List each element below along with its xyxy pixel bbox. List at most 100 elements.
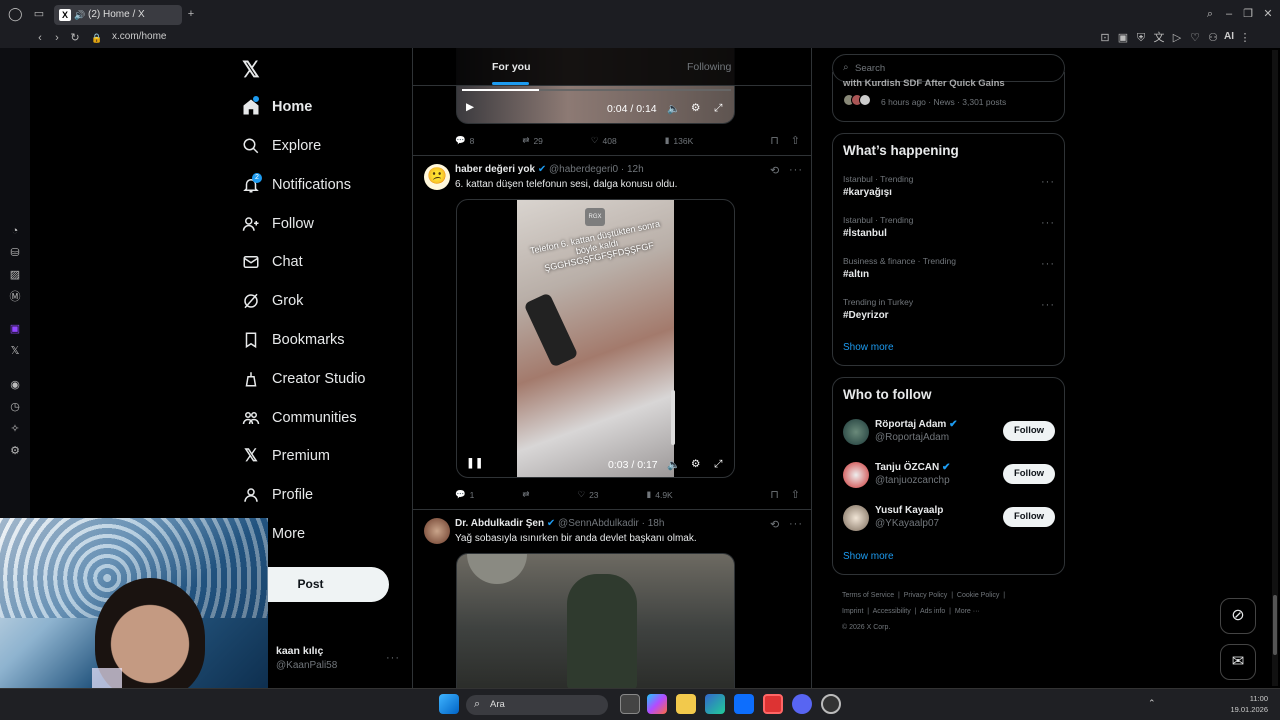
edge-icon[interactable] bbox=[705, 694, 725, 714]
x-logo-icon[interactable]: 𝕏 bbox=[242, 57, 260, 83]
post2-author[interactable]: Dr. Abdulkadir Şen bbox=[455, 518, 544, 529]
post1-more-icon[interactable]: ··· bbox=[789, 164, 803, 176]
volume-slider[interactable] bbox=[671, 390, 675, 445]
post1-like[interactable]: ♡ 23 bbox=[577, 488, 598, 501]
notes-icon[interactable]: ▨ bbox=[8, 268, 22, 282]
post0-settings-icon[interactable]: ⚙ bbox=[691, 102, 700, 114]
tray-chevron-icon[interactable]: ⌃ bbox=[1148, 698, 1156, 709]
video-settings-icon[interactable]: ⚙ bbox=[691, 458, 700, 470]
store-icon[interactable] bbox=[734, 694, 754, 714]
share-icon[interactable]: ⇧ bbox=[791, 488, 800, 501]
forward-icon[interactable]: › bbox=[50, 31, 64, 45]
footer-ads[interactable]: Ads info bbox=[920, 608, 945, 615]
reload-icon[interactable]: ↻ bbox=[68, 31, 82, 45]
grok-floating-button[interactable]: ⊘ bbox=[1220, 598, 1256, 634]
post0-fullscreen-icon[interactable]: ⤢ bbox=[714, 102, 722, 115]
post2-time[interactable]: 18h bbox=[648, 518, 665, 529]
nav-grok[interactable]: Grok bbox=[242, 289, 303, 313]
volume-icon[interactable]: 🔈 bbox=[667, 458, 680, 471]
trend-item[interactable]: Istanbul · Trending #karyağışı bbox=[843, 174, 913, 198]
new-tab-icon[interactable]: + bbox=[184, 7, 198, 21]
footer-cookie[interactable]: Cookie Policy bbox=[957, 592, 999, 599]
nav-explore[interactable]: Explore bbox=[242, 134, 321, 158]
footer-imprint[interactable]: Imprint bbox=[842, 608, 863, 615]
play-icon[interactable]: ▷ bbox=[1170, 31, 1184, 45]
trend-more-icon[interactable]: ··· bbox=[1041, 217, 1055, 229]
post1-handle[interactable]: @haberdegeri0 bbox=[549, 164, 618, 175]
post0-reply[interactable]: 💬 8 bbox=[455, 134, 474, 147]
taskbar-search[interactable]: ⌕ Ara bbox=[466, 695, 608, 715]
footer-more[interactable]: More ··· bbox=[955, 608, 980, 615]
post2-handle[interactable]: @SennAbdulkadir bbox=[558, 518, 639, 529]
suggestion-avatar[interactable] bbox=[843, 462, 869, 488]
settings-icon[interactable]: ⚙ bbox=[8, 444, 22, 458]
news-card[interactable]: with Kurdish SDF After Quick Gains 6 hou… bbox=[832, 72, 1065, 122]
suggestion-user[interactable]: Yusuf Kayaalp @YKayaalp07 bbox=[875, 505, 943, 529]
aria-icon[interactable]: ◔ bbox=[8, 224, 22, 238]
nav-creator-studio[interactable]: Creator Studio bbox=[242, 367, 366, 391]
account-switcher[interactable]: kaan kılıç @KaanPali58 bbox=[276, 645, 337, 671]
follow-button[interactable]: Follow bbox=[1003, 421, 1055, 441]
suggestion-user[interactable]: Röportaj Adam ✔ @RoportajAdam bbox=[875, 419, 957, 443]
post2-video[interactable] bbox=[456, 553, 735, 688]
post0-progress-track[interactable] bbox=[462, 89, 731, 91]
post1-views[interactable]: ▮ 4.9K bbox=[647, 488, 673, 501]
heart-icon[interactable]: ♡ bbox=[1188, 31, 1202, 45]
bookmark-post-icon[interactable]: ⊓ bbox=[770, 134, 779, 147]
twitch-icon[interactable]: ▣ bbox=[8, 322, 22, 336]
discord-icon[interactable] bbox=[792, 694, 812, 714]
trend-more-icon[interactable]: ··· bbox=[1041, 258, 1055, 270]
nav-chat[interactable]: Chat bbox=[242, 250, 303, 274]
trend-item[interactable]: Business & finance · Trending #altın bbox=[843, 256, 956, 280]
minimize-icon[interactable]: – bbox=[1222, 7, 1236, 21]
menu-icon[interactable]: ⋮ bbox=[1238, 31, 1252, 45]
scrollbar-thumb[interactable] bbox=[1273, 595, 1277, 655]
shield-icon[interactable]: ⛨ bbox=[1134, 31, 1148, 45]
trend-item[interactable]: Trending in Turkey #Deyrizor bbox=[843, 297, 913, 321]
post1-reply[interactable]: 💬 1 bbox=[455, 488, 474, 501]
suggestion-avatar[interactable] bbox=[843, 505, 869, 531]
footer-terms[interactable]: Terms of Service bbox=[842, 592, 894, 599]
nav-communities[interactable]: Communities bbox=[242, 406, 357, 430]
workspaces-icon[interactable]: ▭ bbox=[32, 7, 46, 21]
close-window-icon[interactable]: ✕ bbox=[1261, 7, 1275, 21]
account-more-icon[interactable]: ··· bbox=[386, 652, 400, 664]
post1-video[interactable]: RGX Telefon 6. kattan düştükten sonra bö… bbox=[456, 199, 735, 478]
bookmark-post-icon[interactable]: ⊓ bbox=[770, 488, 779, 501]
file-explorer-icon[interactable] bbox=[676, 694, 696, 714]
post0-views[interactable]: ▮ 136K bbox=[665, 134, 694, 147]
footer-privacy[interactable]: Privacy Policy bbox=[904, 592, 948, 599]
ai-button[interactable]: AI bbox=[1224, 31, 1234, 45]
account-icon[interactable]: ⚇ bbox=[1206, 31, 1220, 45]
post2-more-icon[interactable]: ··· bbox=[789, 518, 803, 530]
page-scrollbar[interactable] bbox=[1272, 50, 1278, 686]
player-icon[interactable]: ◉ bbox=[8, 378, 22, 392]
post1-author[interactable]: haber değeri yok bbox=[455, 164, 535, 175]
follow-button[interactable]: Follow bbox=[1003, 507, 1055, 527]
messenger-icon[interactable]: Ⓜ bbox=[8, 290, 22, 304]
tray-date[interactable]: 19.01.2026 bbox=[1218, 705, 1268, 714]
opera-taskbar-icon[interactable] bbox=[763, 694, 783, 714]
trend-item[interactable]: Istanbul · Trending #İstanbul bbox=[843, 215, 913, 239]
messages-floating-button[interactable]: ✉ bbox=[1220, 644, 1256, 680]
follow-button[interactable]: Follow bbox=[1003, 464, 1055, 484]
tab-for-you[interactable]: For you bbox=[492, 61, 531, 73]
nav-bookmarks[interactable]: Bookmarks bbox=[242, 328, 345, 352]
trends-show-more[interactable]: Show more bbox=[843, 342, 894, 353]
translate-icon[interactable]: 文 bbox=[1152, 31, 1166, 45]
footer-accessibility[interactable]: Accessibility bbox=[873, 608, 911, 615]
pause-icon[interactable]: ❚❚ bbox=[466, 457, 484, 469]
pin-icon[interactable]: ⊡ bbox=[1098, 31, 1112, 45]
steam-icon[interactable] bbox=[821, 694, 841, 714]
search-tabs-icon[interactable]: ⌕ bbox=[1203, 7, 1217, 21]
suggestion-user[interactable]: Tanju ÖZCAN ✔ @tanjuozcanchp bbox=[875, 462, 950, 486]
post0-like[interactable]: ♡ 408 bbox=[591, 134, 617, 147]
suggestion-avatar[interactable] bbox=[843, 419, 869, 445]
trend-more-icon[interactable]: ··· bbox=[1041, 176, 1055, 188]
url-field[interactable]: x.com/home bbox=[112, 31, 166, 42]
back-icon[interactable]: ‹ bbox=[33, 31, 47, 45]
post1-time[interactable]: 12h bbox=[627, 164, 644, 175]
copilot-icon[interactable] bbox=[647, 694, 667, 714]
follow-show-more[interactable]: Show more bbox=[843, 551, 894, 562]
fullscreen-icon[interactable]: ⤢ bbox=[714, 458, 722, 471]
